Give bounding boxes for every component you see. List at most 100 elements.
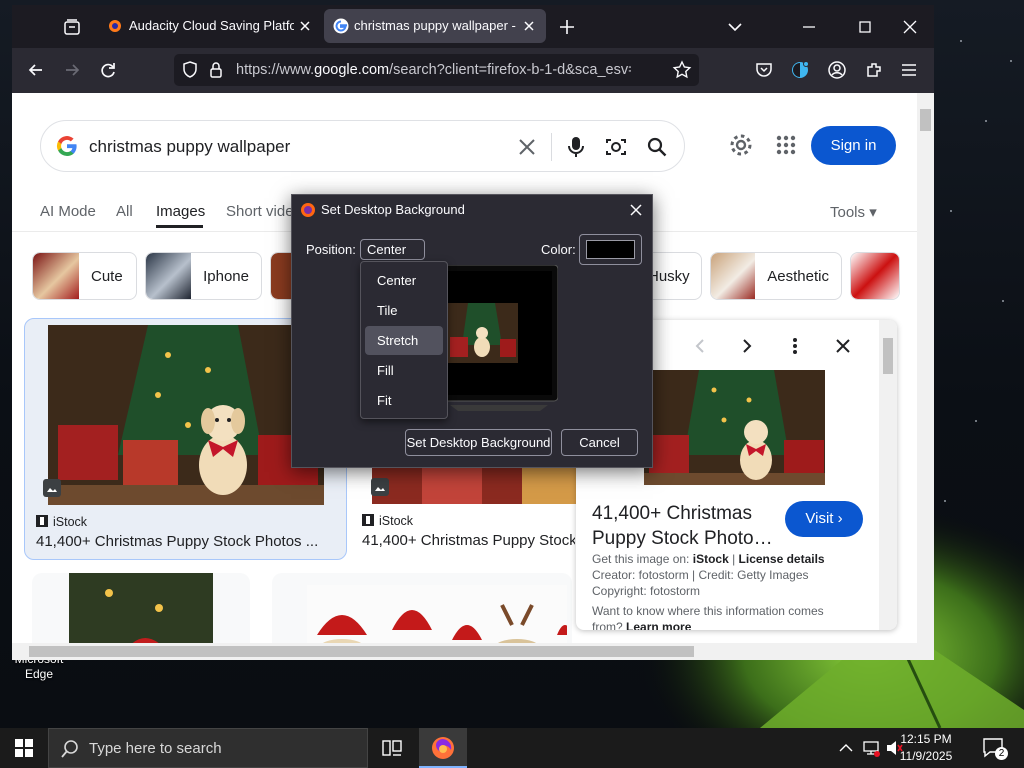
more-options-icon[interactable]: [785, 336, 805, 356]
color-picker[interactable]: [579, 234, 642, 265]
taskbar-firefox-button[interactable]: [419, 728, 467, 768]
back-icon[interactable]: [26, 60, 46, 80]
firefox-icon: [432, 737, 454, 759]
search-box[interactable]: christmas puppy wallpaper: [40, 120, 685, 172]
option-fit[interactable]: Fit: [365, 386, 443, 415]
vpn-icon[interactable]: [790, 60, 810, 80]
close-tab-icon[interactable]: [520, 17, 538, 35]
firefox-logo-icon: [301, 203, 315, 217]
clear-search-icon[interactable]: [516, 136, 538, 158]
google-logo-icon: [56, 136, 77, 157]
chip-label: Iphone: [203, 267, 249, 285]
close-panel-icon[interactable]: [833, 336, 853, 356]
tab-title: christmas puppy wallpaper - Go: [354, 18, 520, 33]
audacity-favicon-icon: [109, 20, 121, 32]
tab-images[interactable]: Images: [156, 203, 205, 220]
tools-button[interactable]: Tools ▾: [830, 203, 877, 221]
cancel-button[interactable]: Cancel: [561, 429, 638, 456]
lock-icon[interactable]: [206, 60, 226, 80]
horizontal-scrollbar[interactable]: [12, 643, 934, 660]
vertical-scrollbar[interactable]: [917, 93, 934, 643]
istock-favicon-icon: [36, 515, 48, 527]
menu-icon[interactable]: [899, 60, 919, 80]
position-select[interactable]: Center: [360, 239, 425, 260]
copyright: Copyright: fotostorm: [592, 584, 701, 598]
windows-start-icon[interactable]: [15, 739, 33, 757]
panel-scrollbar[interactable]: [879, 320, 897, 630]
account-icon[interactable]: [827, 60, 847, 80]
option-tile[interactable]: Tile: [365, 296, 443, 325]
result-source: iStock: [53, 515, 88, 529]
tab-all[interactable]: All: [116, 203, 133, 220]
close-dialog-icon[interactable]: [626, 200, 646, 220]
option-center[interactable]: Center: [365, 266, 443, 295]
bookmark-star-icon[interactable]: [672, 60, 692, 80]
result-title[interactable]: 41,400+ Christmas Puppy Stock Photos ...: [36, 533, 326, 550]
task-view-icon[interactable]: [381, 738, 403, 758]
url-bar[interactable]: https://www.google.com/search?client=fir…: [174, 54, 699, 86]
previous-image-icon[interactable]: [690, 336, 710, 356]
creator-credit: Creator: fotostorm | Credit: Getty Image…: [592, 568, 809, 582]
close-window-icon[interactable]: [900, 17, 920, 37]
pocket-icon[interactable]: [754, 60, 774, 80]
option-fill[interactable]: Fill: [365, 356, 443, 385]
google-favicon-icon: [333, 18, 349, 34]
navigation-bar: https://www.google.com/search?client=fir…: [12, 48, 934, 93]
puppies-santa-hats-image: [307, 585, 567, 643]
tab-bar: Audacity Cloud Saving Platform christmas…: [12, 5, 934, 48]
tab-audacity[interactable]: Audacity Cloud Saving Platform: [100, 9, 322, 43]
visit-button[interactable]: Visit ›: [785, 501, 863, 537]
reload-icon[interactable]: [98, 60, 118, 80]
apps-grid-icon[interactable]: [775, 134, 797, 156]
system-clock[interactable]: 12:15 PM 11/9/2025: [896, 731, 956, 765]
maximize-icon[interactable]: [855, 17, 875, 37]
preview-title[interactable]: 41,400+ Christmas Puppy Stock Photo…: [592, 501, 773, 551]
set-desktop-background-button[interactable]: Set Desktop Background: [405, 429, 552, 456]
result-source: iStock: [379, 514, 414, 528]
settings-gear-icon[interactable]: [728, 132, 754, 158]
tab-ai-mode[interactable]: AI Mode: [40, 203, 96, 220]
search-icon[interactable]: [645, 135, 669, 159]
show-hidden-icons-chevron-icon[interactable]: [838, 741, 854, 755]
color-label: Color:: [541, 242, 576, 257]
chip-label: Aesthetic: [767, 267, 829, 285]
dialog-title: Set Desktop Background: [321, 202, 465, 217]
chip-thumbnail: [33, 253, 79, 299]
notification-count: 2: [995, 747, 1008, 760]
puppy-christmas-image: [48, 325, 324, 505]
tab-list-icon[interactable]: [63, 18, 81, 36]
image-result-3[interactable]: [32, 573, 250, 643]
chip-thumbnail: [146, 253, 192, 299]
close-tab-icon[interactable]: [296, 17, 314, 35]
new-tab-icon[interactable]: [557, 17, 577, 37]
chip-aesthetic[interactable]: Aesthetic: [710, 252, 842, 300]
tab-title: Audacity Cloud Saving Platform: [129, 18, 294, 33]
extensions-icon[interactable]: [864, 60, 884, 80]
url-text: https://www.google.com/search?client=fir…: [236, 62, 631, 78]
next-image-icon[interactable]: [737, 336, 757, 356]
chip-iphone[interactable]: Iphone: [145, 252, 262, 300]
taskbar-search-placeholder: Type here to search: [89, 740, 222, 757]
chip-cute[interactable]: Cute: [32, 252, 137, 300]
taskbar-search-box[interactable]: Type here to search: [48, 728, 368, 768]
forward-icon[interactable]: [62, 60, 82, 80]
notification-center-button[interactable]: 2: [982, 737, 1008, 761]
option-stretch[interactable]: Stretch: [365, 326, 443, 355]
learn-more-link[interactable]: Learn more: [626, 620, 691, 630]
search-icon: [61, 740, 78, 758]
license-details-link[interactable]: License details: [739, 552, 825, 566]
result-title[interactable]: 41,400+ Christmas Puppy Stock Photos ...: [362, 532, 575, 549]
microphone-icon[interactable]: [565, 135, 587, 159]
chip-partial[interactable]: [850, 252, 900, 300]
minimize-icon[interactable]: [799, 17, 819, 37]
chevron-down-icon[interactable]: [725, 17, 745, 37]
site-shield-icon[interactable]: [180, 60, 200, 80]
tab-google-search[interactable]: christmas puppy wallpaper - Go: [324, 9, 546, 43]
image-result-4[interactable]: [272, 573, 572, 643]
lens-camera-icon[interactable]: [604, 135, 628, 159]
monitor-preview: [440, 265, 558, 411]
sign-in-button[interactable]: Sign in: [811, 126, 896, 165]
network-icon[interactable]: [861, 738, 881, 758]
puppy-gifts-image: [372, 468, 582, 504]
info-question-line2: from? Learn more: [592, 620, 691, 630]
